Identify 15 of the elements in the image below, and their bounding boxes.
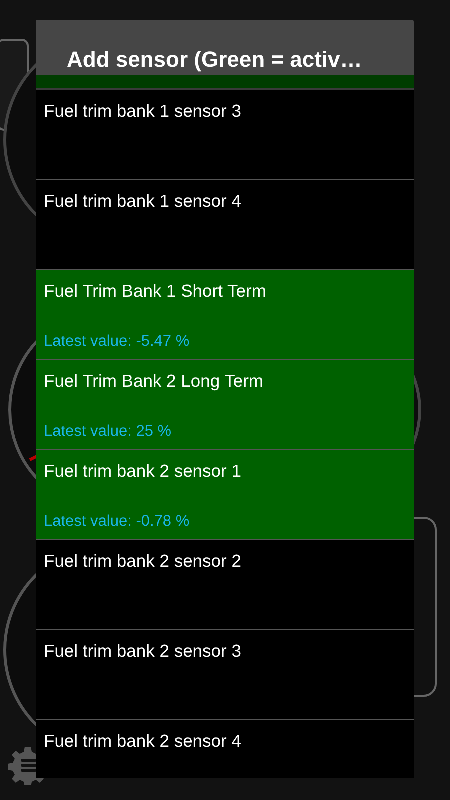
sensor-list-item[interactable]: Fuel trim bank 2 sensor 1 Latest value: -0.78 % <box>36 450 414 540</box>
sensor-name: Fuel Trim Bank 1 Short Term <box>44 281 266 302</box>
sensor-name: Fuel trim bank 2 sensor 2 <box>44 551 242 572</box>
sensor-name: Fuel trim bank 1 sensor 4 <box>44 191 242 212</box>
latest-value: Latest value: -5.47 % <box>44 333 190 351</box>
sensor-list-item[interactable]: Fuel Trim Bank 1 Short Term Latest value: -5.47 % <box>36 270 414 360</box>
sensor-name: Fuel trim bank 2 sensor 4 <box>44 731 242 752</box>
dialog-title: Add sensor (Green = activ… <box>36 20 414 75</box>
sensor-name: Fuel trim bank 1 sensor 3 <box>44 101 242 122</box>
sensor-name: Fuel trim bank 2 sensor 3 <box>44 641 242 662</box>
sensor-list-item[interactable]: Fuel Trim Bank 2 Long Term Latest value: 25 % <box>36 360 414 450</box>
latest-value: Latest value: 25 % <box>44 423 172 441</box>
sensor-name: Fuel trim bank 2 sensor 1 <box>44 461 242 482</box>
sensor-name: Fuel Trim Bank 2 Long Term <box>44 371 264 392</box>
latest-value: Latest value: -0.78 % <box>44 513 190 531</box>
